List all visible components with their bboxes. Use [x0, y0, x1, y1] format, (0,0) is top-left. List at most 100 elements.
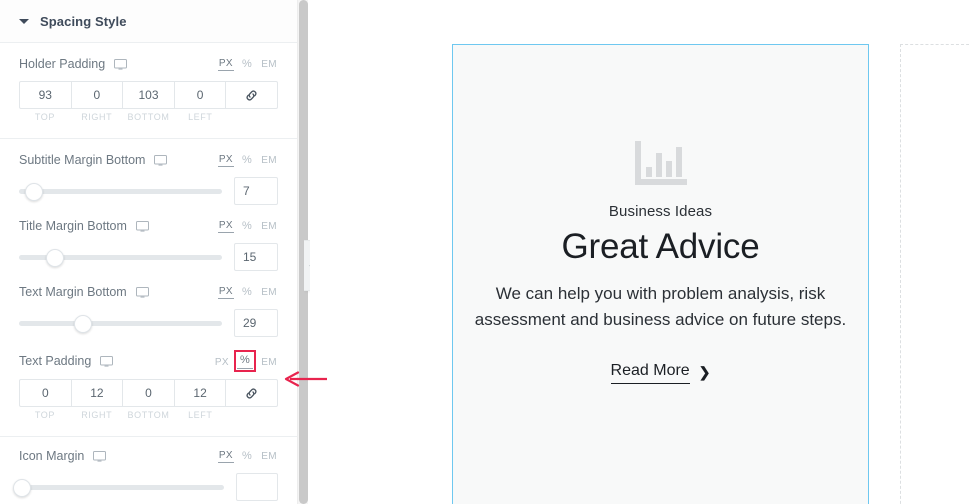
slider-row	[13, 473, 278, 501]
value-input[interactable]: 29	[234, 309, 278, 337]
chevron-right-icon: ❯	[698, 364, 711, 381]
control-header: Text Margin Bottom PX % EM	[19, 285, 278, 299]
value-input[interactable]	[236, 473, 278, 501]
label-wrap: Text Margin Bottom	[19, 285, 149, 299]
preview-canvas: Business Ideas Great Advice We can help …	[310, 0, 969, 504]
padding-top-input[interactable]: 93	[20, 82, 72, 108]
empty-column-placeholder[interactable]	[900, 44, 969, 504]
link-chain-icon[interactable]	[226, 82, 277, 108]
slider-thumb[interactable]	[25, 183, 44, 201]
control-label: Text Padding	[19, 354, 92, 368]
unit-px[interactable]: PX	[217, 285, 234, 299]
slider-thumb[interactable]	[45, 249, 64, 267]
slider-track[interactable]	[13, 479, 224, 497]
slider-track[interactable]	[19, 315, 222, 333]
unit-px[interactable]: PX	[217, 153, 234, 167]
control-label: Subtitle Margin Bottom	[19, 153, 146, 167]
label-wrap: Holder Padding	[19, 57, 128, 71]
unit-percent[interactable]: %	[233, 350, 257, 372]
unit-percent[interactable]: %	[241, 154, 253, 167]
unit-em[interactable]: EM	[260, 154, 278, 167]
control-label: Text Margin Bottom	[19, 285, 127, 299]
control-text-padding: Text Padding PX % EM 0 12 0 12 TOP RIGHT…	[0, 343, 297, 437]
unit-em[interactable]: EM	[260, 356, 278, 369]
unit-px[interactable]: PX	[214, 356, 230, 369]
unit-px[interactable]: PX	[217, 57, 234, 71]
unit-switcher: PX % EM	[217, 219, 278, 233]
legend-spacer	[226, 410, 278, 420]
settings-panel: Spacing Style Holder Padding PX % EM 93	[0, 0, 297, 504]
dimension-legend: TOP RIGHT BOTTOM LEFT	[19, 410, 278, 420]
card-subtitle: Business Ideas	[608, 203, 713, 220]
slider-row: 7	[19, 177, 278, 205]
slider-track[interactable]	[19, 249, 222, 267]
legend-top: TOP	[34, 410, 55, 420]
app-root: Spacing Style Holder Padding PX % EM 93	[0, 0, 969, 504]
read-more-label: Read More	[610, 362, 690, 384]
legend-bottom: BOTTOM	[127, 112, 170, 122]
padding-right-input[interactable]: 0	[72, 82, 124, 108]
unit-em[interactable]: EM	[260, 286, 278, 299]
control-header: Text Padding PX % EM	[19, 350, 278, 372]
section-title: Spacing Style	[40, 13, 127, 29]
padding-right-input[interactable]: 12	[72, 380, 124, 406]
unit-em[interactable]: EM	[260, 450, 278, 463]
label-wrap: Subtitle Margin Bottom	[19, 153, 168, 167]
padding-top-input[interactable]: 0	[20, 380, 72, 406]
legend-left: LEFT	[188, 112, 213, 122]
value-input[interactable]: 15	[234, 243, 278, 271]
control-header: Icon Margin PX % EM	[19, 449, 278, 463]
section-header-spacing-style[interactable]: Spacing Style	[0, 0, 297, 43]
slider-thumb[interactable]	[13, 479, 31, 497]
desktop-monitor-icon[interactable]	[114, 58, 128, 70]
control-text-margin-bottom: Text Margin Bottom PX % EM 29	[0, 277, 297, 343]
card-description: We can help you with problem analysis, r…	[474, 284, 847, 330]
control-header: Holder Padding PX % EM	[19, 57, 278, 71]
unit-px[interactable]: PX	[217, 449, 234, 463]
legend-bottom: BOTTOM	[127, 410, 170, 420]
desktop-monitor-icon[interactable]	[135, 286, 149, 298]
dimension-legend: TOP RIGHT BOTTOM LEFT	[19, 112, 278, 122]
label-wrap: Title Margin Bottom	[19, 219, 149, 233]
unit-switcher: PX % EM	[214, 350, 278, 372]
control-title-margin-bottom: Title Margin Bottom PX % EM 15	[0, 211, 297, 277]
caret-down-icon	[19, 18, 29, 24]
control-header: Title Margin Bottom PX % EM	[19, 219, 278, 233]
control-label: Icon Margin	[19, 449, 85, 463]
padding-bottom-input[interactable]: 103	[123, 82, 175, 108]
card-title: Great Advice	[561, 227, 760, 266]
info-box-widget[interactable]: Business Ideas Great Advice We can help …	[452, 44, 869, 504]
unit-em[interactable]: EM	[260, 220, 278, 233]
control-header: Subtitle Margin Bottom PX % EM	[19, 153, 278, 167]
desktop-monitor-icon[interactable]	[154, 154, 168, 166]
link-chain-icon[interactable]	[226, 380, 277, 406]
label-wrap: Icon Margin	[19, 449, 107, 463]
legend-spacer	[226, 112, 278, 122]
unit-switcher: PX % EM	[217, 153, 278, 167]
unit-percent[interactable]: %	[241, 286, 253, 299]
unit-px[interactable]: PX	[217, 219, 234, 233]
control-subtitle-margin-bottom: Subtitle Margin Bottom PX % EM 7	[0, 139, 297, 211]
value-input[interactable]: 7	[234, 177, 278, 205]
unit-percent[interactable]: %	[241, 220, 253, 233]
slider-row: 15	[19, 243, 278, 271]
legend-right: RIGHT	[81, 410, 113, 420]
unit-percent[interactable]: %	[241, 450, 253, 463]
slider-thumb[interactable]	[73, 315, 92, 333]
padding-left-input[interactable]: 12	[175, 380, 227, 406]
read-more-link[interactable]: Read More ❯	[610, 362, 711, 384]
legend-right: RIGHT	[81, 112, 113, 122]
label-wrap: Text Padding	[19, 354, 114, 368]
padding-bottom-input[interactable]: 0	[123, 380, 175, 406]
desktop-monitor-icon[interactable]	[93, 450, 107, 462]
unit-em[interactable]: EM	[260, 58, 278, 71]
unit-percent[interactable]: %	[241, 58, 253, 71]
slider-track[interactable]	[19, 183, 222, 201]
dimension-inputs: 93 0 103 0	[19, 81, 278, 109]
desktop-monitor-icon[interactable]	[135, 220, 149, 232]
slider-row: 29	[19, 309, 278, 337]
dimension-inputs: 0 12 0 12	[19, 379, 278, 407]
desktop-monitor-icon[interactable]	[100, 355, 114, 367]
padding-left-input[interactable]: 0	[175, 82, 227, 108]
unit-switcher: PX % EM	[217, 449, 278, 463]
